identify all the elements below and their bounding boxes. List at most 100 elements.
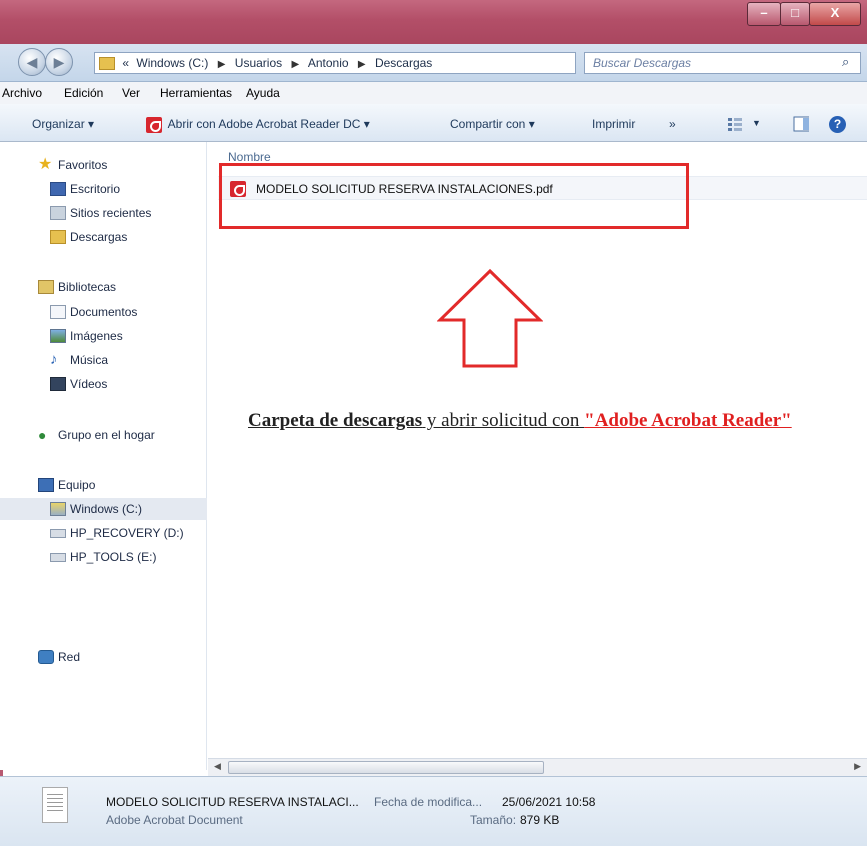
search-input[interactable]: Buscar Descargas ⌕ (584, 52, 861, 74)
menu-ayuda[interactable]: Ayuda (246, 86, 280, 100)
details-modified-value: 25/06/2021 10:58 (502, 795, 596, 809)
details-file-name: MODELO SOLICITUD RESERVA INSTALACI... (106, 795, 359, 809)
menu-herramientas[interactable]: Herramientas (160, 86, 232, 100)
chevron-right-icon[interactable]: ▶ (218, 59, 226, 70)
minimize-button[interactable]: – (747, 2, 781, 26)
column-header-name[interactable]: Nombre (228, 150, 271, 164)
sidebar-item-drive-d[interactable]: HP_RECOVERY (D:) (0, 522, 207, 544)
navigation-pane: ★ Favoritos Escritorio Sitios recientes … (0, 142, 207, 770)
star-icon: ★ (38, 156, 53, 173)
window-titlebar: – □ X (0, 0, 867, 44)
sidebar-item-label: Favoritos (58, 158, 108, 172)
details-modified-label: Fecha de modifica... (374, 795, 483, 809)
sidebar-item-label: Grupo en el hogar (58, 428, 155, 442)
chevron-right-icon[interactable]: ▶ (291, 59, 299, 70)
address-overflow[interactable]: « (122, 56, 129, 70)
drive-icon (50, 553, 66, 562)
folder-icon (99, 57, 115, 71)
annotation-part-3: "Adobe Acrobat Reader" (584, 410, 792, 431)
scroll-right-icon[interactable]: ▶ (854, 761, 861, 772)
breadcrumb-downloads[interactable]: Descargas (375, 56, 432, 70)
view-dropdown-icon[interactable]: ▼ (752, 118, 761, 128)
details-size-label: Tamaño: (470, 813, 517, 827)
sidebar-item-computer[interactable]: Equipo (0, 474, 207, 496)
sidebar-item-label: Imágenes (70, 329, 123, 343)
address-bar[interactable]: « Windows (C:) ▶ Usuarios ▶ Antonio ▶ De… (94, 52, 664, 74)
windows-drive-icon (50, 502, 66, 516)
videos-icon (50, 377, 66, 391)
document-thumbnail-icon (42, 787, 68, 823)
homegroup-icon: ● (38, 427, 47, 443)
drive-icon (50, 529, 66, 538)
sidebar-item-favorites[interactable]: ★ Favoritos (0, 154, 207, 176)
chevron-right-icon[interactable]: ▶ (358, 59, 366, 70)
search-icon[interactable]: ⌕ (842, 55, 856, 69)
menu-bar: Archivo Edición Ver Herramientas Ayuda (0, 82, 867, 104)
sidebar-item-drive-c[interactable]: Windows (C:) (0, 498, 207, 520)
print-button[interactable]: Imprimir (592, 117, 635, 131)
help-icon[interactable]: ? (829, 116, 846, 133)
menu-ver[interactable]: Ver (122, 86, 140, 100)
open-with-label: Abrir con Adobe Acrobat Reader DC ▾ (167, 117, 370, 132)
arrow-up-icon (437, 268, 543, 368)
computer-icon (38, 478, 54, 492)
view-options-icon[interactable] (727, 116, 743, 132)
pdf-icon (146, 117, 162, 133)
scrollbar-thumb[interactable] (228, 761, 544, 774)
annotation-part-1: Carpeta de descargas (248, 410, 423, 431)
music-icon: ♪ (50, 351, 58, 368)
address-row: ◀ ▶ « Windows (C:) ▶ Usuarios ▶ Antonio … (0, 44, 867, 82)
breadcrumb-drive[interactable]: Windows (C:) (136, 56, 208, 70)
sidebar-item-label: Vídeos (70, 377, 108, 391)
sidebar-item-documents[interactable]: Documentos (0, 301, 207, 323)
more-button[interactable]: » (669, 117, 676, 131)
network-icon (38, 650, 54, 664)
documents-icon (50, 305, 66, 319)
open-with-button[interactable]: Abrir con Adobe Acrobat Reader DC ▾ (146, 117, 370, 133)
preview-pane-icon[interactable] (793, 116, 809, 132)
annotation-part-2: y abrir solicitud con (422, 410, 585, 431)
sidebar-item-label: Escritorio (70, 182, 121, 196)
sidebar-item-label: Windows (C:) (70, 502, 143, 516)
command-bar: Organizar ▾ Abrir con Adobe Acrobat Read… (0, 104, 867, 142)
highlight-box (219, 163, 689, 229)
sidebar-item-music[interactable]: ♪ Música (0, 349, 207, 371)
search-placeholder: Buscar Descargas (593, 56, 692, 70)
sidebar-item-label: Bibliotecas (58, 280, 117, 294)
sidebar-item-libraries[interactable]: Bibliotecas (0, 276, 207, 298)
back-button[interactable]: ◀ (18, 48, 46, 76)
menu-archivo[interactable]: Archivo (2, 86, 42, 100)
sidebar-item-label: Sitios recientes (70, 206, 152, 220)
maximize-button[interactable]: □ (780, 2, 810, 26)
sidebar-item-label: HP_RECOVERY (D:) (70, 526, 184, 540)
sidebar-item-label: Música (70, 353, 109, 367)
menu-edicion[interactable]: Edición (64, 86, 103, 100)
forward-button[interactable]: ▶ (45, 48, 73, 76)
desktop-icon (50, 182, 66, 196)
horizontal-scrollbar[interactable]: ◀ ▶ (208, 758, 867, 776)
close-button[interactable]: X (809, 2, 861, 26)
sidebar-item-label: Documentos (70, 305, 138, 319)
sidebar-item-recent[interactable]: Sitios recientes (0, 202, 207, 224)
downloads-folder-icon (50, 230, 66, 244)
recent-places-icon (50, 206, 66, 220)
sidebar-item-homegroup[interactable]: ● Grupo en el hogar (0, 424, 207, 446)
pictures-icon (50, 329, 66, 343)
sidebar-item-label: Equipo (58, 478, 96, 492)
sidebar-item-videos[interactable]: Vídeos (0, 373, 207, 395)
sidebar-item-network[interactable]: Red (0, 646, 207, 668)
sidebar-item-drive-e[interactable]: HP_TOOLS (E:) (0, 546, 207, 568)
scroll-left-icon[interactable]: ◀ (214, 761, 221, 772)
libraries-icon (38, 280, 54, 294)
breadcrumb-user[interactable]: Antonio (308, 56, 349, 70)
details-file-type: Adobe Acrobat Document (106, 813, 243, 827)
details-pane: MODELO SOLICITUD RESERVA INSTALACI... Ad… (0, 776, 867, 846)
share-button[interactable]: Compartir con ▾ (450, 117, 535, 131)
sidebar-item-downloads[interactable]: Descargas (0, 226, 207, 248)
sidebar-item-label: HP_TOOLS (E:) (70, 550, 157, 564)
sidebar-item-desktop[interactable]: Escritorio (0, 178, 207, 200)
sidebar-item-pictures[interactable]: Imágenes (0, 325, 207, 347)
details-size-value: 879 KB (520, 813, 560, 827)
breadcrumb-users[interactable]: Usuarios (235, 56, 282, 70)
organize-button[interactable]: Organizar ▾ (32, 117, 94, 131)
